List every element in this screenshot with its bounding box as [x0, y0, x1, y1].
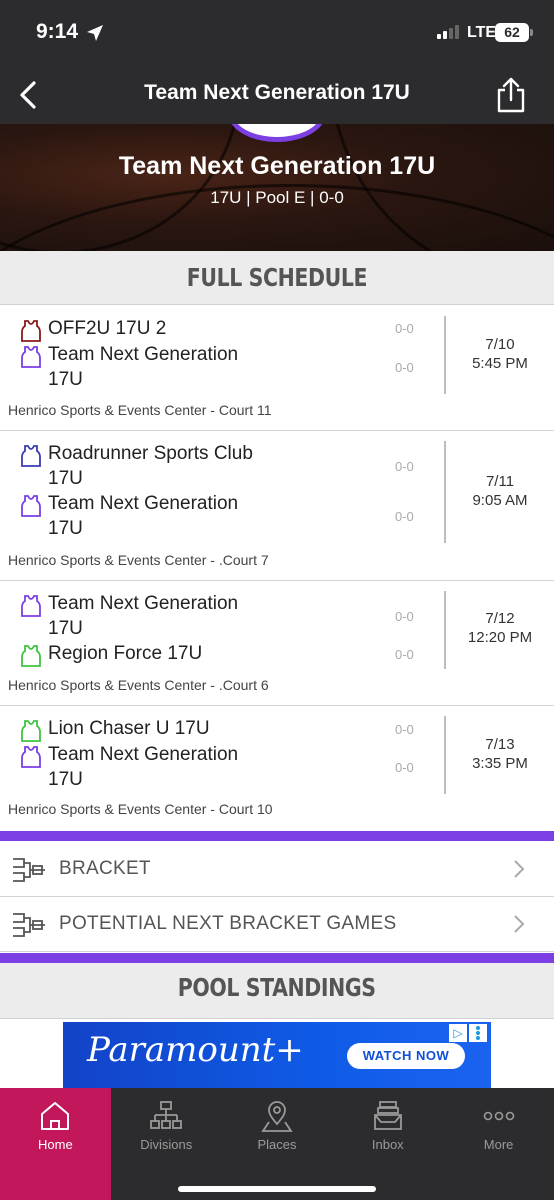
advertisement-banner[interactable]: Paramount+ WATCH NOW ▷ [63, 1022, 491, 1088]
jersey-icon [21, 720, 41, 742]
game-card[interactable]: Roadrunner Sports Club 17U 0-0 Team Next… [0, 431, 554, 581]
chevron-right-icon [514, 860, 525, 878]
team-score: 0-0 [395, 647, 414, 662]
chevron-right-icon [514, 915, 525, 933]
game-time: 12:20 PM [467, 629, 533, 646]
tab-label: More [483, 1137, 514, 1152]
jersey-icon [21, 645, 41, 667]
game-venue: Henrico Sports & Events Center - Court 1… [8, 801, 273, 817]
team-score: 0-0 [395, 609, 414, 624]
team-score: 0-0 [395, 321, 414, 336]
pool-standings-header: POOL STANDINGS [0, 963, 554, 1019]
game-date: 7/10 [485, 336, 515, 353]
game-time: 9:05 AM [472, 492, 528, 509]
jersey-icon [21, 495, 41, 517]
status-time: 9:14 [36, 20, 79, 43]
potential-bracket-games-link[interactable]: POTENTIAL NEXT BRACKET GAMES [0, 897, 554, 952]
tab-label: Inbox [371, 1137, 404, 1152]
team-division-info: 17U | Pool E | 0-0 [210, 188, 344, 207]
team-name: Lion Chaser U 17U [48, 718, 210, 739]
game-venue: Henrico Sports & Events Center - .Court … [8, 677, 269, 693]
game-time: 5:45 PM [472, 355, 528, 372]
game-venue: Henrico Sports & Events Center - Court 1… [8, 402, 272, 418]
ad-more-icon[interactable] [469, 1024, 487, 1042]
team-name: Roadrunner Sports Club 17U [48, 443, 253, 489]
game-venue: Henrico Sports & Events Center - .Court … [8, 552, 269, 568]
tab-inbox[interactable]: Inbox [332, 1088, 443, 1200]
home-indicator[interactable] [178, 1186, 376, 1192]
team-logo [228, 124, 326, 142]
jersey-icon [21, 595, 41, 617]
navigation-bar: Team Next Generation 17U [0, 66, 554, 124]
tab-label: Divisions [140, 1137, 193, 1152]
jersey-icon [21, 445, 41, 467]
tab-places[interactable]: Places [222, 1088, 333, 1200]
battery-indicator: 62 [495, 23, 529, 42]
team-score: 0-0 [395, 722, 414, 737]
game-card[interactable]: Team Next Generation 17U 0-0 Region Forc… [0, 581, 554, 706]
accent-divider [0, 831, 554, 841]
team-score: 0-0 [395, 509, 414, 524]
potential-games-label: POTENTIAL NEXT BRACKET GAMES [59, 913, 397, 934]
tab-label: Places [257, 1137, 297, 1152]
more-icon [483, 1111, 514, 1121]
full-schedule-header: FULL SCHEDULE [0, 251, 554, 305]
location-arrow-icon [87, 25, 103, 41]
team-score: 0-0 [395, 760, 414, 775]
network-type: LTE [467, 24, 497, 41]
tab-home[interactable]: Home [0, 1088, 111, 1200]
team-score: 0-0 [395, 459, 414, 474]
team-hero-banner: Team Next Generation 17U 17U | Pool E | … [0, 124, 554, 251]
bracket-icon [13, 913, 45, 937]
ad-choices-icon[interactable]: ▷ [449, 1024, 467, 1042]
bracket-link[interactable]: BRACKET [0, 842, 554, 897]
tab-label: Home [38, 1137, 73, 1152]
team-name: Team Next Generation 17U [48, 344, 239, 390]
game-card[interactable]: Lion Chaser U 17U 0-0 Team Next Generati… [0, 706, 554, 831]
game-date: 7/12 [485, 610, 515, 627]
game-date: 7/11 [485, 473, 515, 490]
bracket-icon [13, 858, 45, 882]
accent-divider [0, 953, 554, 963]
tab-more[interactable]: More [443, 1088, 554, 1200]
jersey-icon [21, 320, 41, 342]
tab-divisions[interactable]: Divisions [111, 1088, 222, 1200]
ad-brand-logo: Paramount+ [87, 1030, 304, 1070]
share-icon[interactable] [494, 76, 528, 114]
status-bar: 9:14 LTE 62 [0, 0, 554, 66]
home-icon [41, 1102, 70, 1130]
team-name: Region Force 17U [48, 643, 203, 664]
team-name: OFF2U 17U 2 [48, 318, 167, 339]
inbox-icon [373, 1101, 402, 1130]
team-score: 0-0 [395, 360, 414, 375]
team-name-heading: Team Next Generation 17U [118, 152, 436, 180]
team-name: Team Next Generation 17U [48, 593, 239, 639]
map-pin-icon [261, 1101, 293, 1132]
team-name: Team Next Generation 17U [48, 744, 239, 790]
hierarchy-icon [150, 1101, 183, 1129]
page-title: Team Next Generation 17U [144, 81, 410, 104]
team-name: Team Next Generation 17U [48, 493, 239, 539]
signal-strength-icon [437, 25, 459, 39]
game-card[interactable]: OFF2U 17U 2 0-0 Team Next Generation 17U… [0, 306, 554, 431]
bottom-tab-bar: Home Divisions Places Inbox More [0, 1088, 554, 1200]
game-date: 7/13 [485, 736, 515, 753]
game-time: 3:35 PM [472, 755, 528, 772]
bracket-label: BRACKET [59, 858, 151, 879]
battery-cap [530, 29, 533, 36]
jersey-icon [21, 346, 41, 368]
ad-cta-button[interactable]: WATCH NOW [347, 1043, 465, 1069]
jersey-icon [21, 746, 41, 768]
